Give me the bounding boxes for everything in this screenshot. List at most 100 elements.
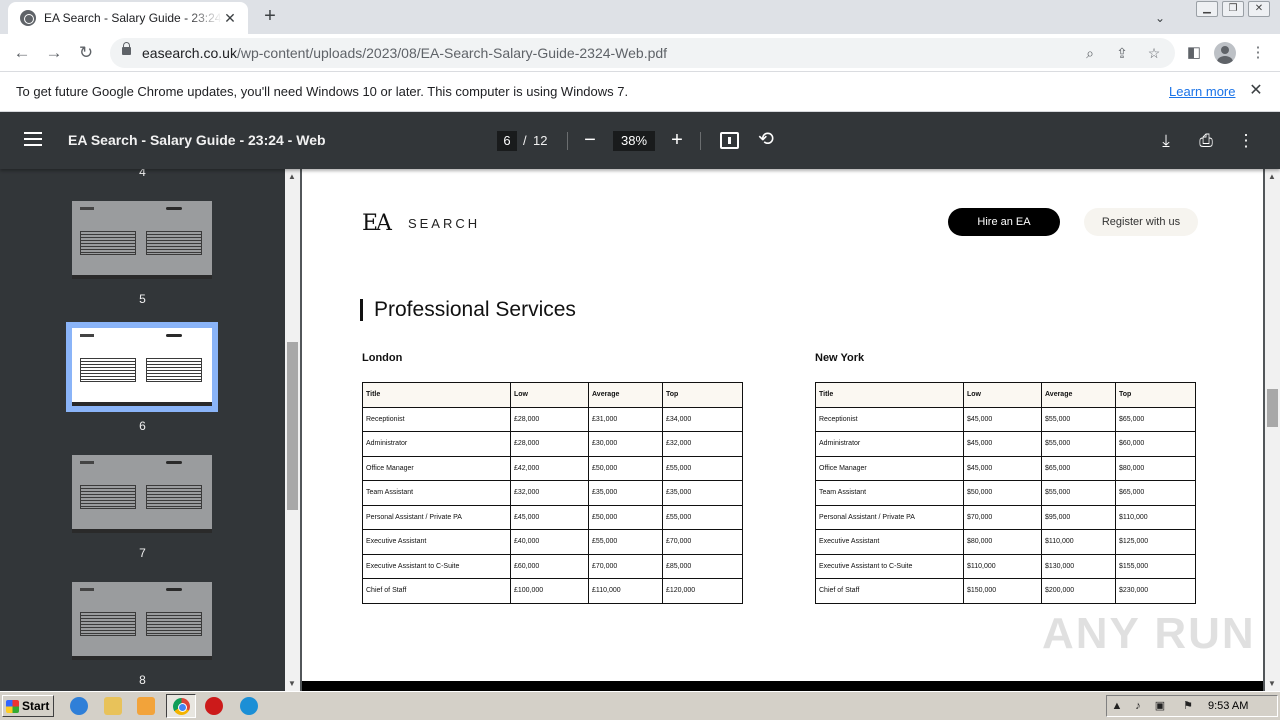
taskbar-clock[interactable]: 9:53 AM [1208, 700, 1248, 712]
sidebar-scrollbar[interactable]: ▲ ▼ [285, 169, 300, 691]
salary-cell: $45,000 [963, 431, 1042, 457]
salary-cell: £120,000 [662, 578, 743, 604]
salary-cell: £110,000 [588, 578, 663, 604]
role-title-cell: Receptionist [362, 406, 511, 432]
hamburger-menu-icon[interactable] [24, 132, 42, 146]
salary-table-new-york: Title Low Average Top Receptionist $45,000 $5… [815, 382, 1196, 604]
thumbnail-label: 7 [139, 546, 146, 560]
salary-cell: $200,000 [1041, 578, 1116, 604]
table-row: Personal Assistant / Private PA £45,000 £5… [362, 504, 743, 530]
salary-cell: £70,000 [662, 529, 743, 555]
salary-cell: £60,000 [510, 553, 589, 579]
column-header: Title [815, 382, 964, 408]
tab-title: EA Search - Salary Guide - 23:24 - Web [44, 11, 222, 25]
rotate-icon[interactable]: ⟲ [756, 130, 776, 150]
file-explorer-icon[interactable] [104, 697, 122, 715]
page-thumbnail[interactable] [72, 455, 212, 533]
scroll-up-icon[interactable]: ▲ [288, 172, 296, 181]
salary-cell: £32,000 [510, 480, 589, 506]
profile-avatar-icon[interactable] [1214, 42, 1236, 64]
salary-cell: $125,000 [1115, 529, 1196, 555]
salary-cell: £28,000 [510, 406, 589, 432]
salary-cell: $230,000 [1115, 578, 1196, 604]
network-icon[interactable]: ▣ [1153, 699, 1167, 713]
table-row: Personal Assistant / Private PA $70,000 $9… [815, 504, 1196, 530]
salary-cell: $55,000 [1041, 406, 1116, 432]
tray-expand-icon[interactable]: ▲ [1110, 699, 1124, 713]
document-scrollbar[interactable]: ▲ ▼ [1265, 169, 1280, 691]
role-title-cell: Receptionist [815, 406, 964, 432]
new-tab-button[interactable]: + [258, 5, 282, 29]
table-row: Administrator £28,000 £30,000 £32,000 [362, 431, 743, 457]
chrome-menu-icon[interactable]: ⋮ [1246, 41, 1270, 65]
start-button[interactable]: Start [2, 695, 54, 717]
share-icon[interactable]: ⇪ [1111, 42, 1133, 64]
register-button[interactable]: Register with us [1084, 208, 1198, 236]
salary-cell: £28,000 [510, 431, 589, 457]
column-header: Average [1041, 382, 1116, 408]
column-header: Low [510, 382, 589, 408]
table-row: Chief of Staff £100,000 £110,000 £120,000 [362, 578, 743, 604]
side-panel-icon[interactable]: ◧ [1182, 41, 1206, 65]
table-header-row: Title Low Average Top [815, 382, 1196, 408]
role-title-cell: Executive Assistant [815, 529, 964, 555]
close-window-icon[interactable]: ✕ [1248, 1, 1270, 17]
scroll-down-icon[interactable]: ▼ [1268, 679, 1276, 688]
page-thumbnail-selected[interactable] [72, 328, 212, 406]
salary-cell: £31,000 [588, 406, 663, 432]
fit-to-page-icon[interactable] [720, 132, 739, 149]
minimize-icon[interactable]: ▁ [1196, 1, 1218, 17]
salary-cell: $130,000 [1041, 553, 1116, 579]
tab-search-chevron-icon[interactable]: ⌄ [1150, 8, 1170, 28]
windows-logo-icon [6, 699, 19, 713]
table-row: Team Assistant $50,000 $55,000 $65,000 [815, 480, 1196, 506]
internet-explorer-icon[interactable] [70, 697, 88, 715]
close-tab-icon[interactable]: ✕ [222, 10, 238, 26]
scrollbar-thumb[interactable] [1267, 389, 1278, 427]
column-header: Top [662, 382, 743, 408]
restore-icon[interactable]: ❐ [1222, 1, 1244, 17]
page-thumbnail[interactable] [72, 201, 212, 279]
edge-icon[interactable] [240, 697, 258, 715]
section-rule [360, 299, 363, 321]
address-bar[interactable]: easearch.co.uk/wp-content/uploads/2023/0… [110, 38, 1175, 68]
chrome-taskbar-button[interactable] [166, 694, 196, 718]
table-row: Office Manager £42,000 £50,000 £55,000 [362, 455, 743, 481]
salary-cell: £35,000 [588, 480, 663, 506]
role-title-cell: Executive Assistant to C-Suite [362, 553, 511, 579]
action-center-flag-icon[interactable]: ⚑ [1181, 699, 1195, 713]
more-options-icon[interactable]: ⋮ [1234, 129, 1258, 153]
scroll-down-icon[interactable]: ▼ [288, 679, 296, 688]
learn-more-link[interactable]: Learn more [1169, 84, 1235, 99]
volume-icon[interactable]: ♪ [1131, 699, 1145, 713]
browser-tab[interactable]: EA Search - Salary Guide - 23:24 - Web ✕ [8, 2, 248, 34]
forward-arrow-icon[interactable]: → [41, 40, 67, 66]
update-infobar: To get future Google Chrome updates, you… [0, 72, 1280, 112]
infobar-close-icon[interactable]: ✕ [1246, 81, 1266, 101]
hire-an-ea-button[interactable]: Hire an EA [948, 208, 1060, 236]
salary-cell: $110,000 [1115, 504, 1196, 530]
zoom-in-button[interactable]: + [665, 129, 689, 153]
salary-cell: £55,000 [588, 529, 663, 555]
print-icon[interactable]: ⎙ [1194, 129, 1218, 153]
zoom-magnifier-icon[interactable]: ⌕ [1079, 42, 1101, 64]
page-thumbnail[interactable] [72, 582, 212, 660]
reload-icon[interactable]: ↻ [73, 40, 99, 66]
table-row: Office Manager $45,000 $65,000 $80,000 [815, 455, 1196, 481]
media-player-icon[interactable] [137, 697, 155, 715]
zoom-level-input[interactable]: 38% [613, 131, 655, 151]
salary-cell: $150,000 [963, 578, 1042, 604]
role-title-cell: Office Manager [815, 455, 964, 481]
bookmark-star-icon[interactable]: ☆ [1143, 42, 1165, 64]
opera-icon[interactable] [205, 697, 223, 715]
role-title-cell: Chief of Staff [815, 578, 964, 604]
back-arrow-icon[interactable]: ← [9, 40, 35, 66]
scroll-up-icon[interactable]: ▲ [1268, 172, 1276, 181]
scrollbar-thumb[interactable] [287, 342, 298, 510]
zoom-out-button[interactable]: − [578, 129, 602, 153]
page-number-input[interactable]: 6 [497, 131, 517, 151]
next-page-edge [302, 681, 1263, 691]
salary-cell: $80,000 [1115, 455, 1196, 481]
download-icon[interactable]: ⤓ [1154, 129, 1178, 153]
infobar-message: To get future Google Chrome updates, you… [16, 84, 629, 99]
